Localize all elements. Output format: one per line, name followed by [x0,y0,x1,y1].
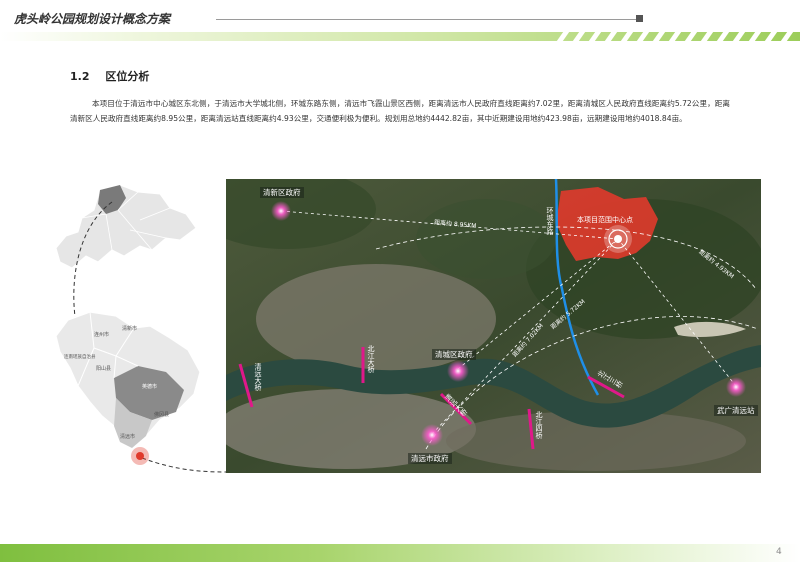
section-title-text: 区位分析 [105,70,150,83]
location-map: 清新市 连州市 连南瑶族自治县 阳山县 英德市 佛冈县 清远市 [55,184,229,473]
qingxin-gov-marker [271,201,291,221]
label-qingcheng-gov: 清城区政府 [432,349,476,360]
satellite-map: 清新区政府 本项目范围中心点 清城区政府 清远市政府 武广清远站 环城东路 北江… [226,179,761,473]
qingyuan-marker [136,452,144,460]
section-number: 1.2 [70,70,90,83]
project-center-marker [614,235,622,243]
station-marker [726,377,746,397]
label-wuguang-station: 武广清远站 [714,405,758,416]
left-map-label: 连州市 [94,331,109,338]
left-map-label: 清远市 [120,433,135,440]
body-paragraph: 本项目位于清远市中心城区东北侧，于清远市大学城北侧，环城东路东侧，清远市飞霞山景… [70,99,730,123]
qingyuan-gov-marker [421,424,443,446]
page-number: 4 [776,547,782,557]
left-map-label: 清新市 [122,325,137,332]
header-title: 虎头岭公园规划设计概念方案 [14,12,171,26]
forest-area [416,199,556,279]
left-map-label: 连南瑶族自治县 [64,353,96,360]
left-map-label: 阳山县 [96,365,111,372]
label-qingxin-gov: 清新区政府 [260,187,304,198]
label-bridge-left: 清远大桥 [254,363,262,391]
label-project-center: 本项目范围中心点 [577,216,633,224]
label-huancheng-road: 环城东路 [546,207,554,235]
connector-line-bottom [141,457,229,473]
label-beijiang-4-bridge: 北江四桥 [535,411,543,439]
left-map-label: 佛冈县 [154,411,169,418]
footer-band [0,544,800,562]
left-map-label: 英德市 [142,383,157,390]
satellite-map-graphics [226,179,761,473]
header-band [0,32,800,41]
label-qingyuan-gov: 清远市政府 [408,453,452,464]
qingcheng-gov-marker [447,360,469,382]
label-beijiang-bridge: 北江大桥 [367,345,375,373]
province-shape [55,184,197,269]
header-rule [216,19,636,20]
header-square [636,15,643,22]
section-title: 1.2 区位分析 [70,68,149,84]
